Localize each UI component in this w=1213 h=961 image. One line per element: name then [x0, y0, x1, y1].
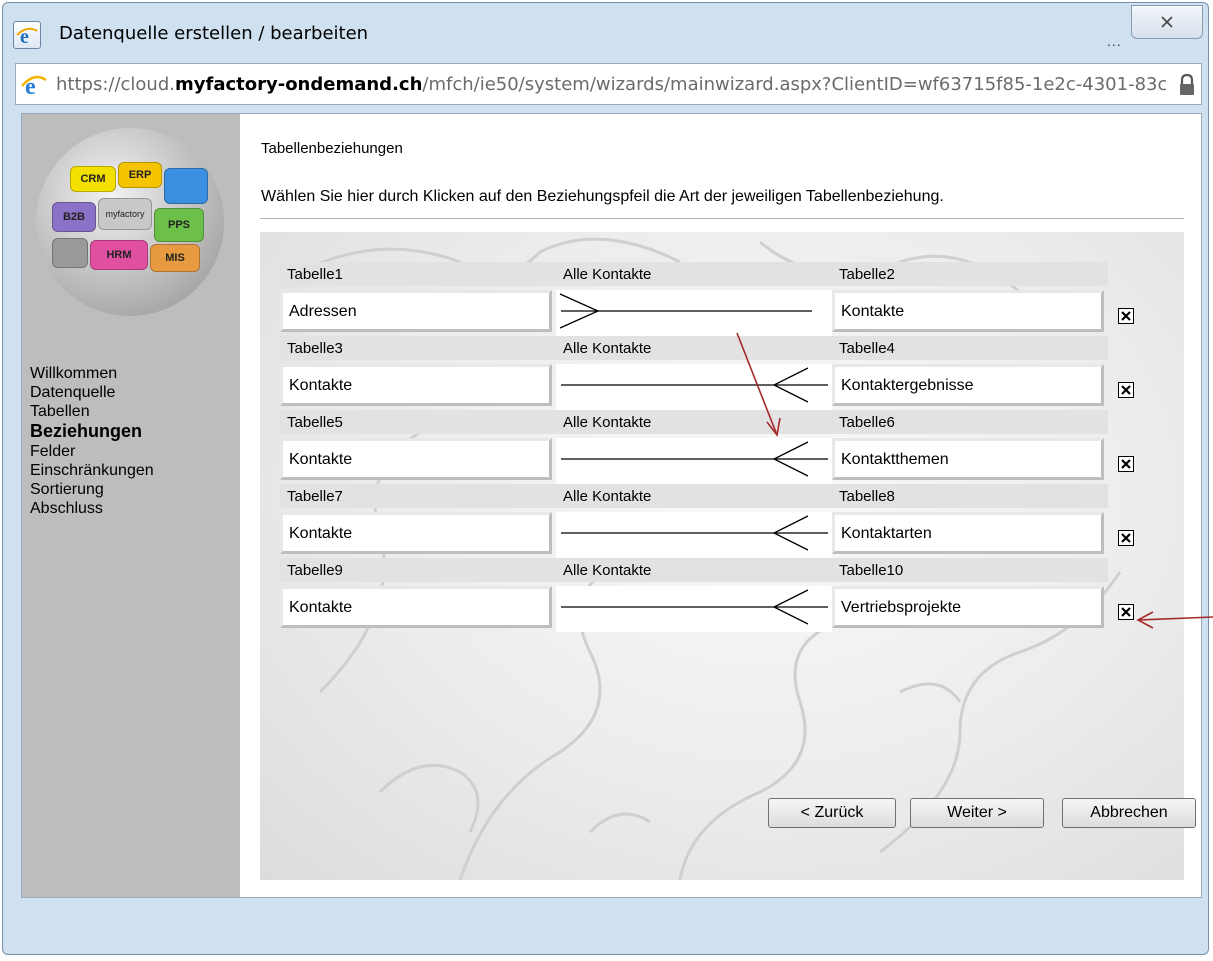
- right-table-header: Tabelle6: [832, 410, 1108, 434]
- nav-step-tabellen[interactable]: Tabellen: [30, 402, 235, 421]
- wizard-steps-nav: Willkommen Datenquelle Tabellen Beziehun…: [30, 364, 235, 518]
- relation-arrow[interactable]: [556, 586, 832, 632]
- relation-arrow[interactable]: [556, 290, 832, 336]
- delete-x-icon: [1121, 385, 1131, 395]
- delete-x-icon: [1121, 607, 1131, 617]
- nav-step-datenquelle[interactable]: Datenquelle: [30, 383, 235, 402]
- delete-relation-button[interactable]: [1118, 530, 1134, 546]
- title-bar: e Datenquelle erstellen / bearbeiten ...: [3, 3, 1208, 65]
- crowfoot-right-icon: [561, 441, 828, 477]
- url-domain: myfactory-ondemand.ch: [175, 74, 423, 95]
- ie-page-icon: e: [13, 21, 41, 49]
- right-table-field[interactable]: Kontakte: [832, 290, 1104, 332]
- left-table-header: Tabelle7: [280, 484, 556, 508]
- delete-relation-button[interactable]: [1118, 308, 1134, 324]
- relation-header: Alle Kontakte: [556, 558, 832, 582]
- logo-piece-mis: MIS: [150, 244, 200, 272]
- wizard-content: CRM ERP B2B myfactory PPS HRM MIS Willko…: [21, 113, 1202, 898]
- header-divider: [260, 218, 1184, 219]
- delete-x-icon: [1121, 311, 1131, 321]
- delete-relation-button[interactable]: [1118, 604, 1134, 620]
- nav-step-felder[interactable]: Felder: [30, 442, 235, 461]
- relation-arrow[interactable]: [556, 438, 832, 484]
- logo-piece-blue: [164, 168, 208, 204]
- delete-relation-button[interactable]: [1118, 456, 1134, 472]
- left-table-field[interactable]: Adressen: [280, 290, 552, 332]
- right-table-field[interactable]: Kontaktthemen: [832, 438, 1104, 480]
- relation-arrow[interactable]: [556, 512, 832, 558]
- url-path: /mfch/ie50/system/wizards/mainwizard.asp…: [422, 74, 1166, 95]
- wizard-main-panel: Tabellenbeziehungen Wählen Sie hier durc…: [260, 114, 1202, 897]
- right-table-header: Tabelle4: [832, 336, 1108, 360]
- address-url[interactable]: https://cloud.myfactory-ondemand.ch/mfch…: [56, 74, 1166, 95]
- nav-step-einschraenkungen[interactable]: Einschränkungen: [30, 461, 235, 480]
- logo-piece-pps: PPS: [154, 208, 204, 242]
- relation-header: Alle Kontakte: [556, 336, 832, 360]
- left-table-field[interactable]: Kontakte: [280, 586, 552, 628]
- logo-piece-crm: CRM: [70, 166, 116, 192]
- right-table-field[interactable]: Kontaktarten: [832, 512, 1104, 554]
- back-button[interactable]: < Zurück: [768, 798, 896, 828]
- ie-logo-icon: e: [20, 72, 48, 100]
- crowfoot-right-icon: [561, 515, 828, 551]
- title-overflow-dots: ...: [1107, 33, 1122, 49]
- logo-piece-myfactory: myfactory: [98, 198, 152, 230]
- left-table-header: Tabelle5: [280, 410, 556, 434]
- left-table-field[interactable]: Kontakte: [280, 364, 552, 406]
- url-prefix: https://cloud.: [56, 74, 175, 95]
- left-table-field[interactable]: Kontakte: [280, 512, 552, 554]
- left-table-header: Tabelle3: [280, 336, 556, 360]
- address-bar[interactable]: e https://cloud.myfactory-ondemand.ch/mf…: [15, 63, 1202, 105]
- relation-header: Alle Kontakte: [556, 484, 832, 508]
- delete-x-icon: [1121, 533, 1131, 543]
- right-table-header: Tabelle2: [832, 262, 1108, 286]
- left-table-header: Tabelle9: [280, 558, 556, 582]
- lock-icon: [1178, 73, 1196, 96]
- delete-relation-button[interactable]: [1118, 382, 1134, 398]
- nav-step-beziehungen[interactable]: Beziehungen: [30, 421, 235, 442]
- left-table-field[interactable]: Kontakte: [280, 438, 552, 480]
- close-icon: [1161, 16, 1173, 28]
- relation-arrow[interactable]: [556, 364, 832, 410]
- right-table-header: Tabelle10: [832, 558, 1108, 582]
- crowfoot-left-icon: [559, 293, 812, 329]
- relation-header: Alle Kontakte: [556, 410, 832, 434]
- window-title: Datenquelle erstellen / bearbeiten: [59, 23, 369, 44]
- next-button[interactable]: Weiter >: [910, 798, 1044, 828]
- left-table-header: Tabelle1: [280, 262, 556, 286]
- logo-piece-b2b: B2B: [52, 202, 96, 232]
- page-title: Tabellenbeziehungen: [261, 140, 403, 157]
- logo-piece-grey: [52, 238, 88, 268]
- cancel-button[interactable]: Abbrechen: [1062, 798, 1196, 828]
- nav-step-willkommen[interactable]: Willkommen: [30, 364, 235, 383]
- logo-piece-hrm: HRM: [90, 240, 148, 270]
- window-close-button[interactable]: [1131, 5, 1203, 39]
- relation-header: Alle Kontakte: [556, 262, 832, 286]
- crowfoot-right-icon: [561, 589, 828, 625]
- instruction-text: Wählen Sie hier durch Klicken auf den Be…: [261, 188, 944, 205]
- myfactory-globe-logo: CRM ERP B2B myfactory PPS HRM MIS: [36, 128, 224, 316]
- logo-piece-erp: ERP: [118, 162, 162, 188]
- nav-step-abschluss[interactable]: Abschluss: [30, 499, 235, 518]
- right-table-field[interactable]: Kontaktergebnisse: [832, 364, 1104, 406]
- dialog-window: e Datenquelle erstellen / bearbeiten ...…: [2, 2, 1209, 955]
- wizard-sidebar: CRM ERP B2B myfactory PPS HRM MIS Willko…: [22, 114, 240, 897]
- right-table-field[interactable]: Vertriebsprojekte: [832, 586, 1104, 628]
- crowfoot-right-icon: [561, 367, 828, 403]
- right-table-header: Tabelle8: [832, 484, 1108, 508]
- delete-x-icon: [1121, 459, 1131, 469]
- nav-step-sortierung[interactable]: Sortierung: [30, 480, 235, 499]
